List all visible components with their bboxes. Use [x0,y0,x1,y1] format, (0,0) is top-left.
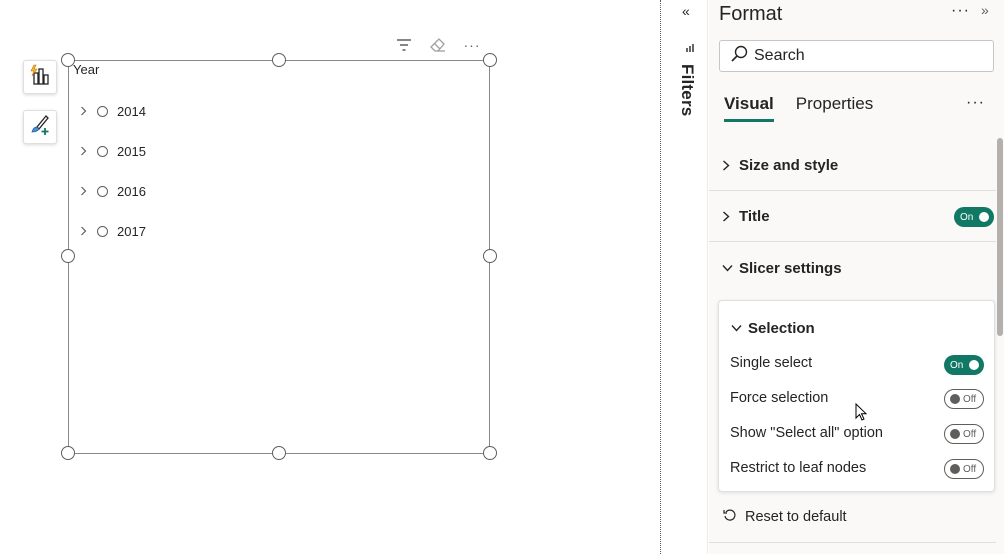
single-select-toggle[interactable]: On [944,355,984,375]
slicer-item-label: 2015 [117,143,146,159]
format-tabs: Visual Properties [724,94,873,122]
collapse-pane-button[interactable]: « [682,3,690,19]
resize-handle-top-right[interactable] [483,53,497,67]
slicer-item-label: 2017 [117,223,146,239]
slicer-item-list: 2014 2015 2016 2017 [75,91,146,251]
format-visual-button[interactable] [23,110,57,144]
resize-handle-bottom-left[interactable] [61,446,75,460]
filters-pane-collapsed[interactable]: « Filters [667,0,708,554]
radio-button[interactable] [97,185,108,197]
chevron-right-icon[interactable] [75,146,91,156]
tab-properties[interactable]: Properties [796,94,873,122]
slicer-item-label: 2014 [117,103,146,119]
slicer-item-2014[interactable]: 2014 [75,91,146,131]
section-label: Slicer settings [739,259,842,277]
filter-icon[interactable] [394,35,414,55]
pane-scrollbar[interactable] [997,138,1003,336]
report-editor: ··· Year 2014 2015 2016 2017 « Filters F… [0,0,1004,554]
search-icon [730,45,748,68]
toggle-state-label: Off [963,428,977,440]
show-select-all-toggle[interactable]: Off [944,424,984,444]
selection-card: Selection Single select On Force selecti… [718,300,995,492]
chevron-down-icon [731,319,742,337]
filters-icon [685,40,695,58]
toggle-state-label: On [950,359,964,371]
reset-icon [723,508,737,526]
report-canvas[interactable]: ··· Year 2014 2015 2016 2017 [0,0,660,554]
slicer-item-2017[interactable]: 2017 [75,211,146,251]
radio-button[interactable] [97,105,108,117]
toggle-state-label: Off [963,463,977,475]
search-input[interactable] [754,47,984,65]
chevron-right-icon[interactable] [75,106,91,116]
year-slicer-visual[interactable]: Year 2014 2015 2016 2017 [68,60,490,454]
card-header-label: Selection [748,319,815,337]
build-visual-icon [28,63,52,92]
filters-pane-label[interactable]: Filters [677,64,697,116]
chevron-right-icon[interactable] [75,186,91,196]
section-size-and-style[interactable]: Size and style [709,141,996,191]
setting-label-restrict-leaf-nodes: Restrict to leaf nodes [730,460,867,476]
slicer-item-2016[interactable]: 2016 [75,171,146,211]
chevron-down-icon [722,264,734,272]
radio-button[interactable] [97,145,108,157]
chevron-right-icon [722,160,734,171]
pane-divider [660,0,661,554]
tabs-more-options-button[interactable]: ··· [966,94,985,112]
setting-label-show-select-all: Show "Select all" option [730,425,883,441]
build-visual-button[interactable] [23,60,57,94]
section-title[interactable]: Title [709,192,996,242]
setting-label-force-selection: Force selection [730,390,829,406]
chevron-right-icon[interactable] [75,226,91,236]
title-toggle[interactable]: On [954,207,994,227]
reset-to-default-button[interactable]: Reset to default [723,508,847,526]
search-box[interactable] [719,40,994,72]
chevron-right-icon [722,211,734,222]
section-label: Size and style [739,157,839,174]
section-slicer-settings[interactable]: Slicer settings [709,243,996,293]
resize-handle-right[interactable] [483,249,497,263]
resize-handle-left[interactable] [61,249,75,263]
force-selection-toggle[interactable]: Off [944,389,984,409]
section-label: Title [739,208,770,225]
tab-visual[interactable]: Visual [724,94,774,122]
visual-header-toolbar: ··· [394,35,482,55]
format-pane: Format ··· » Visual Properties ··· Size … [709,0,1004,554]
expand-pane-button[interactable]: » [981,2,989,18]
setting-label-single-select: Single select [730,355,813,371]
restrict-leaf-nodes-toggle[interactable]: Off [944,459,984,479]
selection-card-header[interactable]: Selection [731,319,815,337]
slicer-item-label: 2016 [117,183,146,199]
reset-label: Reset to default [745,509,847,525]
resize-handle-top-left[interactable] [61,53,75,67]
divider [709,542,996,543]
toggle-state-label: Off [963,393,977,405]
pane-more-options-button[interactable]: ··· [951,2,970,20]
more-options-icon[interactable]: ··· [462,35,482,55]
slicer-item-2015[interactable]: 2015 [75,131,146,171]
slicer-header: Year [73,62,100,77]
resize-handle-bottom[interactable] [272,446,286,460]
pane-title: Format [719,3,783,25]
mouse-cursor-icon [855,402,868,426]
eraser-icon[interactable] [428,35,448,55]
resize-handle-bottom-right[interactable] [483,446,497,460]
resize-handle-top[interactable] [272,53,286,67]
toggle-state-label: On [960,211,974,223]
format-visual-icon [28,113,52,142]
radio-button[interactable] [97,225,108,237]
